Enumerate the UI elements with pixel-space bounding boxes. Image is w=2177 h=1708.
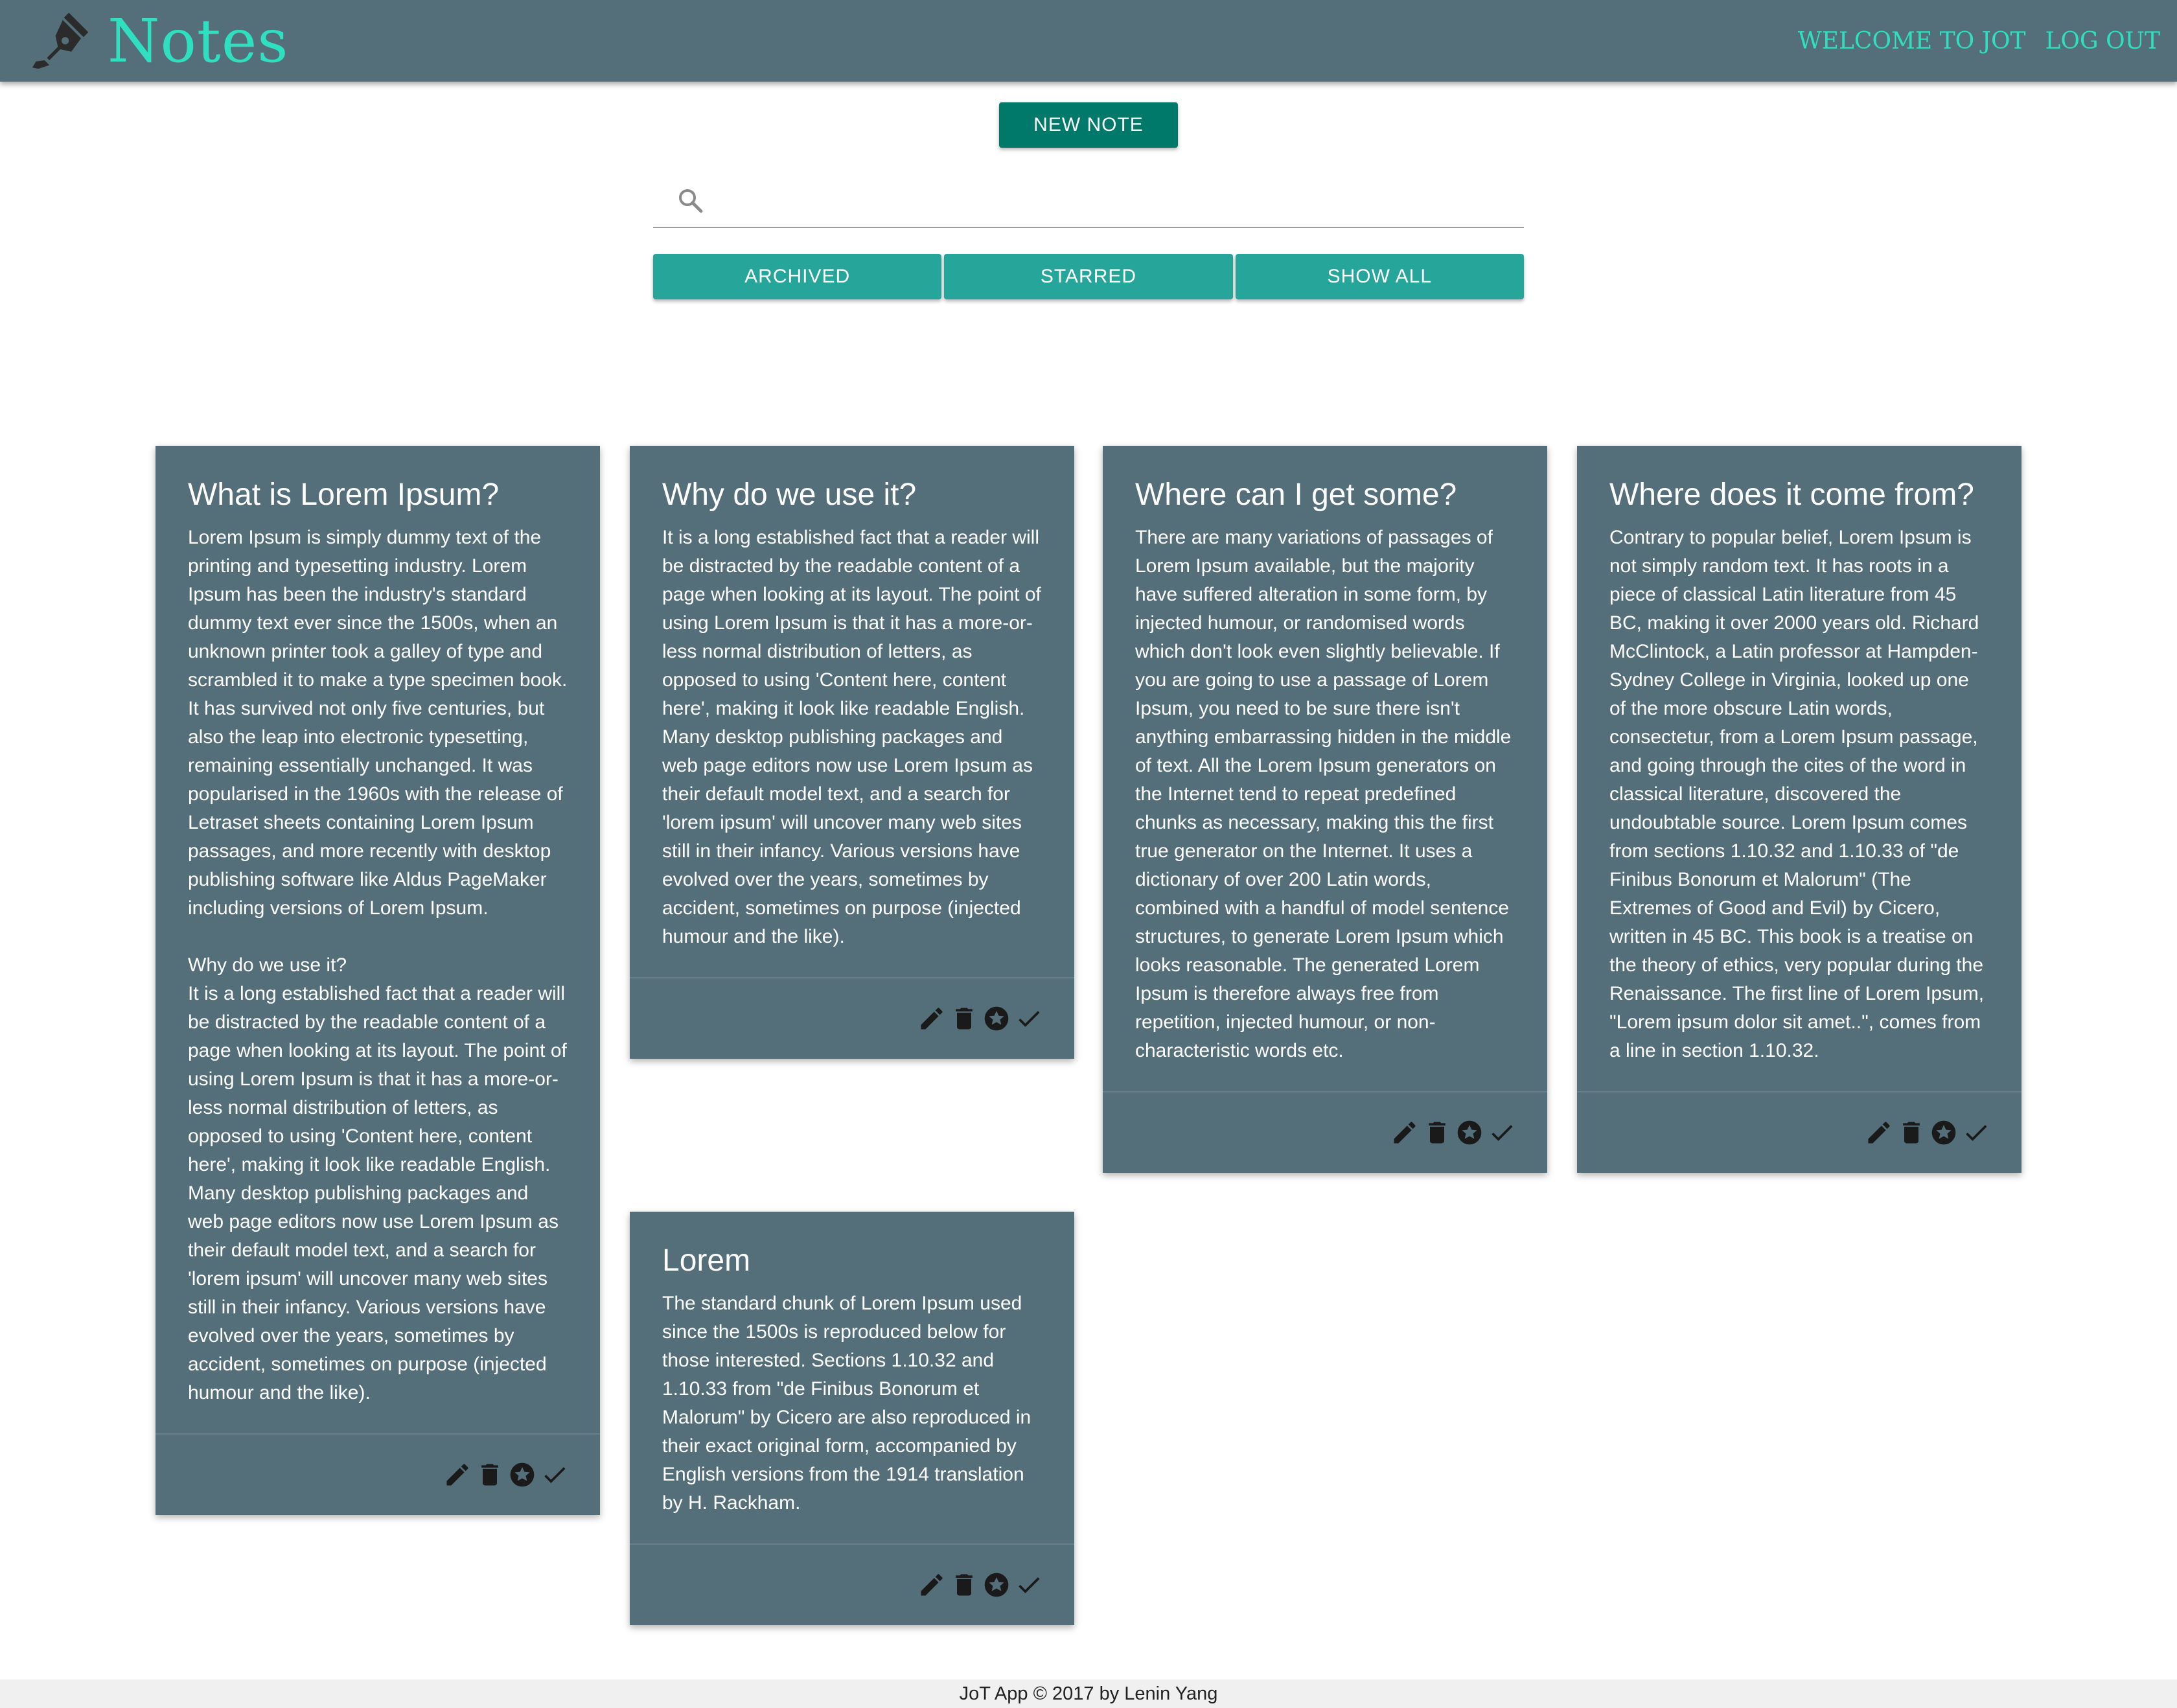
filter-button-group: ARCHIVED STARRED SHOW ALL	[653, 254, 1524, 299]
note-card: What is Lorem Ipsum? Lorem Ipsum is simp…	[156, 446, 600, 1515]
pencil-icon[interactable]	[442, 1459, 473, 1490]
pencil-icon[interactable]	[1389, 1117, 1420, 1148]
note-body: The standard chunk of Lorem Ipsum used s…	[662, 1293, 1037, 1514]
note-title: What is Lorem Ipsum?	[188, 478, 500, 512]
note-actions	[630, 977, 1074, 1059]
starred-filter-button[interactable]: STARRED	[944, 254, 1233, 299]
pencil-icon[interactable]	[1863, 1117, 1895, 1148]
note-body: Contrary to popular belief, Lorem Ipsum …	[1609, 527, 1990, 1061]
page-footer: JoT App © 2017 by Lenin Yang	[0, 1679, 2177, 1708]
trash-icon[interactable]	[474, 1459, 505, 1490]
note-card: Lorem The standard chunk of Lorem Ipsum …	[630, 1212, 1074, 1625]
note-body: There are many variations of passages of…	[1135, 527, 1517, 1061]
note-body: Lorem Ipsum is simply dummy text of the …	[188, 527, 568, 1403]
star-circle-icon[interactable]	[507, 1459, 538, 1490]
check-icon[interactable]	[1486, 1117, 1517, 1148]
check-icon[interactable]	[1013, 1003, 1044, 1034]
trash-icon[interactable]	[949, 1569, 980, 1600]
check-icon[interactable]	[1013, 1569, 1044, 1600]
trash-icon[interactable]	[1422, 1117, 1453, 1148]
check-icon[interactable]	[539, 1459, 570, 1490]
check-icon[interactable]	[1961, 1117, 1992, 1148]
star-circle-icon[interactable]	[981, 1003, 1012, 1034]
pencil-icon[interactable]	[916, 1569, 947, 1600]
search-icon	[675, 185, 706, 216]
note-title: Where can I get some?	[1135, 478, 1457, 512]
trash-icon[interactable]	[949, 1003, 980, 1034]
pencil-icon[interactable]	[916, 1003, 947, 1034]
note-title: Where does it come from?	[1609, 478, 1974, 512]
note-title: Lorem	[662, 1243, 751, 1278]
note-card: Where can I get some? There are many var…	[1103, 446, 1547, 1173]
new-note-button[interactable]: NEW NOTE	[999, 102, 1178, 148]
note-actions	[156, 1433, 600, 1515]
note-body: It is a long established fact that a rea…	[662, 527, 1047, 947]
note-actions	[1103, 1091, 1547, 1173]
nav-welcome-link[interactable]: WELCOME TO JOT	[1798, 26, 2026, 57]
app-header: Notes WELCOME TO JOT LOG OUT	[0, 0, 2177, 82]
note-title: Why do we use it?	[662, 478, 917, 512]
top-nav: WELCOME TO JOT LOG OUT	[1798, 26, 2160, 57]
note-actions	[630, 1543, 1074, 1625]
fountain-pen-icon	[31, 9, 92, 70]
star-circle-icon[interactable]	[1454, 1117, 1485, 1148]
show-all-filter-button[interactable]: SHOW ALL	[1235, 254, 1524, 299]
note-card: Where does it come from? Contrary to pop…	[1577, 446, 2022, 1173]
trash-icon[interactable]	[1896, 1117, 1927, 1148]
app-brand-title: Notes	[108, 6, 289, 76]
star-circle-icon[interactable]	[1928, 1117, 1959, 1148]
note-actions	[1577, 1091, 2022, 1173]
search-bar	[653, 175, 1524, 228]
search-input[interactable]	[724, 181, 1517, 222]
nav-logout-link[interactable]: LOG OUT	[2045, 26, 2161, 57]
star-circle-icon[interactable]	[981, 1569, 1012, 1600]
note-card: Why do we use it? It is a long establish…	[630, 446, 1074, 1059]
archived-filter-button[interactable]: ARCHIVED	[653, 254, 942, 299]
